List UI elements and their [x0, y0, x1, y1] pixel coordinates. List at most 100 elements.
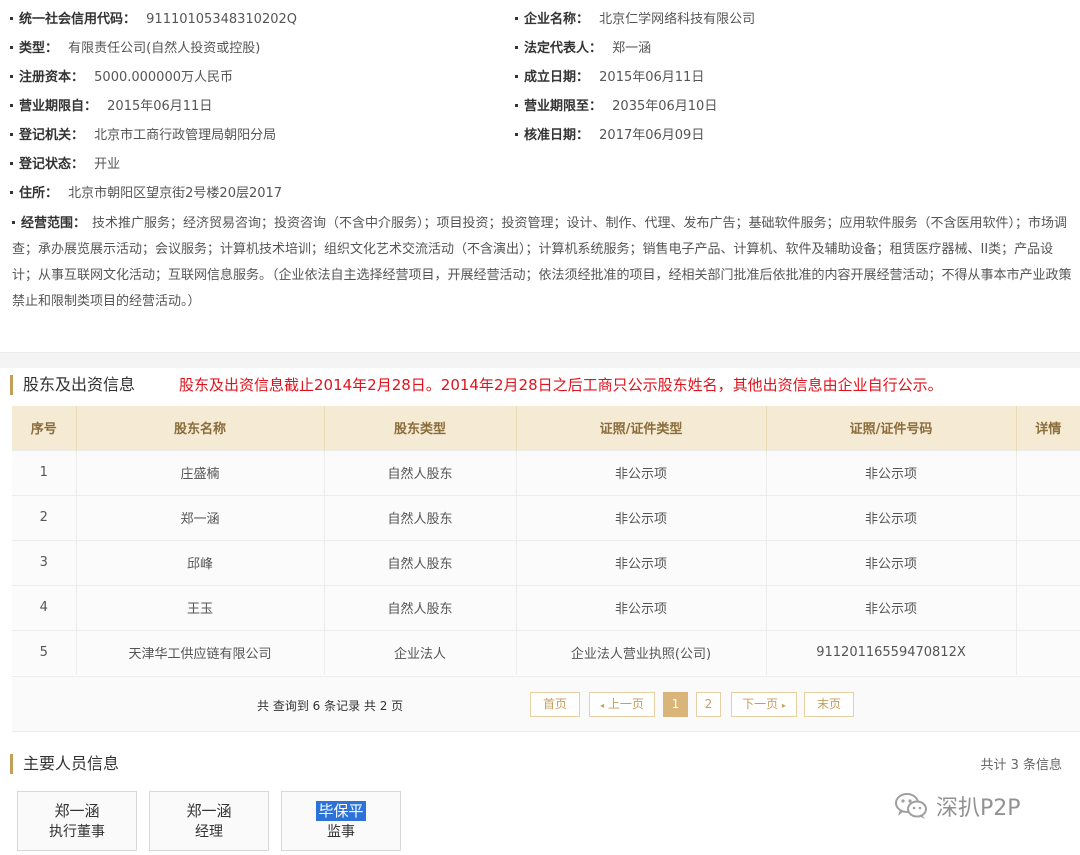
company-info-panel: 统一社会信用代码： 91110105348310202Q 类型： 有限责任公司(… [0, 0, 1080, 352]
term-to-label: 营业期限至： [524, 99, 603, 114]
cell-id-number: 非公示项 [766, 584, 1017, 630]
table-row: 5 天津华工供应链有限公司 企业法人 企业法人营业执照(公司) 91120116… [12, 629, 1080, 675]
type-value: 有限责任公司(自然人投资或控股) [68, 41, 261, 56]
bullet-icon [10, 104, 13, 107]
shareholders-section-title: 股东及出资信息 [10, 375, 135, 395]
cell-type: 企业法人 [324, 629, 517, 675]
col-header-type: 股东类型 [324, 406, 517, 450]
page-1-button[interactable]: 1 [663, 692, 688, 717]
cell-name: 邱峰 [76, 539, 325, 585]
approval-date-value: 2017年06月09日 [599, 128, 705, 143]
person-card[interactable]: 郑一涵 执行董事 [17, 791, 137, 851]
cell-type: 自然人股东 [324, 539, 517, 585]
page-2-button[interactable]: 2 [696, 692, 721, 717]
info-established: 成立日期： 2015年06月11日 [505, 67, 704, 89]
record-summary: 共 查询到 6 条记录 共 2 页 [257, 699, 404, 713]
credit-code-value: 91110105348310202Q [146, 12, 297, 27]
status-label: 登记状态： [19, 157, 85, 172]
cell-id-number: 非公示项 [766, 449, 1017, 495]
address-label: 住所： [19, 186, 59, 201]
cell-detail[interactable] [1016, 539, 1080, 585]
next-page-button[interactable]: 下一页 ▸ [731, 692, 797, 717]
info-legal-rep: 法定代表人： 郑一涵 [505, 38, 651, 60]
cell-detail[interactable] [1016, 629, 1080, 675]
cell-index: 4 [12, 584, 77, 630]
info-term-from: 营业期限自： 2015年06月11日 [0, 96, 212, 118]
info-status: 登记状态： 开业 [0, 154, 120, 176]
term-to-value: 2035年06月10日 [612, 99, 718, 114]
info-address: 住所： 北京市朝阳区望京街2号楼20层2017 [0, 183, 282, 205]
cell-index: 3 [12, 539, 77, 585]
legal-rep-label: 法定代表人： [524, 41, 603, 56]
col-header-name: 股东名称 [76, 406, 325, 450]
address-value: 北京市朝阳区望京街2号楼20层2017 [68, 186, 283, 201]
personnel-count: 共计 3 条信息 [980, 758, 1062, 773]
bullet-icon [10, 17, 13, 20]
person-card[interactable]: 毕保平 监事 [281, 791, 401, 851]
cell-id-type: 非公示项 [516, 494, 767, 540]
watermark-text: 深扒P2P [936, 796, 1021, 821]
last-page-button[interactable]: 末页 [804, 692, 854, 717]
table-header-row: 序号 股东名称 股东类型 证照/证件类型 证照/证件号码 详情 [12, 406, 1080, 450]
established-label: 成立日期： [524, 70, 590, 85]
info-term-to: 营业期限至： 2035年06月10日 [505, 96, 717, 118]
table-row: 1 庄盛楠 自然人股东 非公示项 非公示项 [12, 449, 1080, 495]
cell-index: 5 [12, 629, 77, 675]
cell-name: 天津华工供应链有限公司 [76, 629, 325, 675]
capital-label: 注册资本： [19, 70, 85, 85]
cell-id-type: 非公示项 [516, 539, 767, 585]
authority-label: 登记机关： [19, 128, 85, 143]
company-name-label: 企业名称： [524, 12, 590, 27]
bullet-icon [10, 133, 13, 136]
col-header-id-type: 证照/证件类型 [516, 406, 767, 450]
term-from-value: 2015年06月11日 [107, 99, 213, 114]
bullet-icon [10, 191, 13, 194]
cell-name: 庄盛楠 [76, 449, 325, 495]
bullet-icon [515, 75, 518, 78]
table-row: 4 王玉 自然人股东 非公示项 非公示项 [12, 584, 1080, 630]
info-company-name: 企业名称： 北京仁学网络科技有限公司 [505, 9, 755, 31]
info-business-scope: 经营范围： 技术推广服务；经济贸易咨询；投资咨询（不含中介服务）；项目投资；投资管… [12, 211, 1074, 315]
section-divider [0, 352, 1080, 368]
bullet-icon [10, 46, 13, 49]
person-card[interactable]: 郑一涵 经理 [149, 791, 269, 851]
cell-detail[interactable] [1016, 494, 1080, 540]
personnel-section-title: 主要人员信息 [10, 754, 119, 774]
info-capital: 注册资本： 5000.000000万人民币 [0, 67, 233, 89]
legal-rep-value: 郑一涵 [612, 41, 652, 56]
term-from-label: 营业期限自： [19, 99, 98, 114]
bullet-icon [12, 221, 15, 224]
person-name-selected: 毕保平 [316, 801, 366, 821]
shareholders-notice: 股东及出资信息截止2014年2月28日。2014年2月28日之后工商只公示股东姓… [179, 376, 943, 394]
cell-id-number: 91120116559470812X [766, 629, 1017, 675]
type-label: 类型： [19, 41, 59, 56]
info-credit-code: 统一社会信用代码： 91110105348310202Q [0, 9, 297, 31]
established-value: 2015年06月11日 [599, 70, 705, 85]
prev-page-label: 上一页 [607, 697, 644, 711]
table-row: 3 邱峰 自然人股东 非公示项 非公示项 [12, 539, 1080, 585]
credit-code-label: 统一社会信用代码： [19, 12, 137, 27]
bullet-icon [515, 133, 518, 136]
cell-index: 2 [12, 494, 77, 540]
cell-id-number: 非公示项 [766, 494, 1017, 540]
cell-type: 自然人股东 [324, 584, 517, 630]
company-name-value: 北京仁学网络科技有限公司 [599, 12, 756, 27]
watermark: 深扒P2P [894, 790, 1021, 822]
cell-type: 自然人股东 [324, 494, 517, 540]
bullet-icon [515, 17, 518, 20]
info-type: 类型： 有限责任公司(自然人投资或控股) [0, 38, 260, 60]
cell-id-type: 非公示项 [516, 449, 767, 495]
cell-index: 1 [12, 449, 77, 495]
scope-label: 经营范围： [21, 216, 87, 231]
cell-id-type: 企业法人营业执照(公司) [516, 629, 767, 675]
status-value: 开业 [94, 157, 121, 172]
prev-page-button[interactable]: ◂ 上一页 [589, 692, 655, 717]
cell-detail[interactable] [1016, 449, 1080, 495]
cell-id-number: 非公示项 [766, 539, 1017, 585]
approval-date-label: 核准日期： [524, 128, 590, 143]
shareholders-table: 序号 股东名称 股东类型 证照/证件类型 证照/证件号码 详情 1 庄盛楠 自然… [12, 406, 1080, 675]
cell-detail[interactable] [1016, 584, 1080, 630]
cell-id-type: 非公示项 [516, 584, 767, 630]
first-page-button[interactable]: 首页 [530, 692, 580, 717]
chevron-left-icon: ◂ [600, 701, 605, 710]
